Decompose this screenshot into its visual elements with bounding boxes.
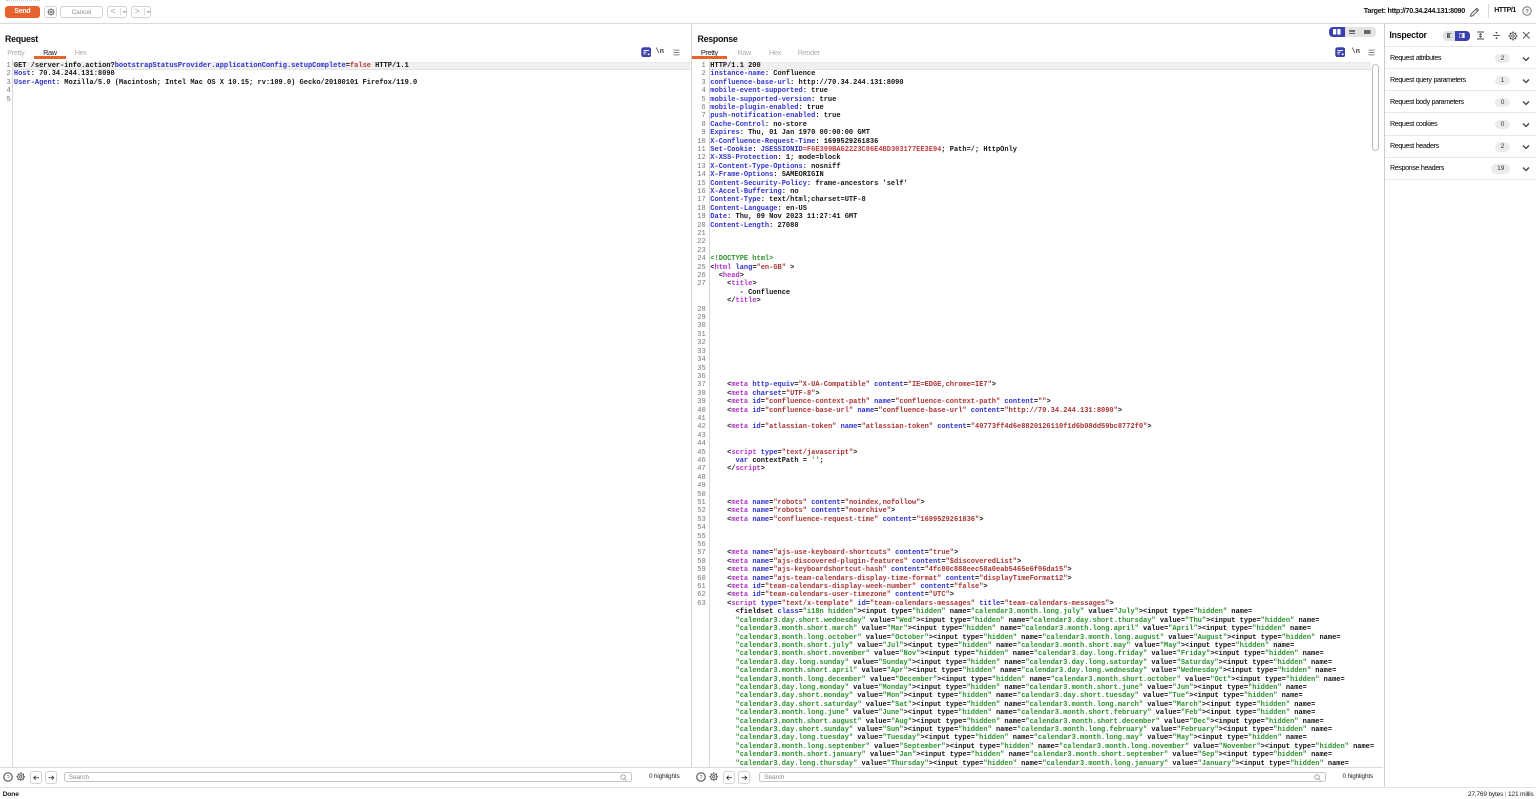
svg-text:?: ? xyxy=(1526,9,1530,15)
svg-text:?: ? xyxy=(6,775,9,781)
svg-text:?: ? xyxy=(699,775,702,781)
